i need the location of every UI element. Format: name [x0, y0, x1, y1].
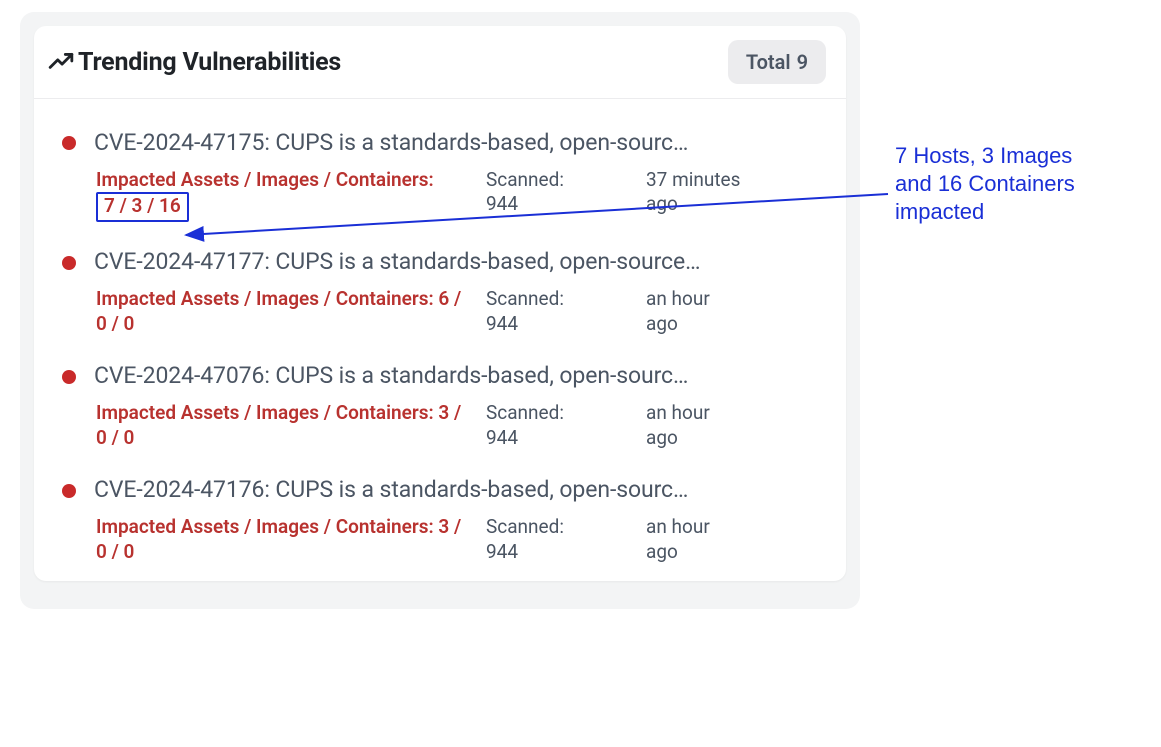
- time-line: an hour: [646, 515, 786, 540]
- time-line: ago: [646, 192, 786, 217]
- impacted-label: Impacted Assets / Images / Containers: 6…: [96, 287, 461, 310]
- impacted-counts: 0 / 0: [96, 312, 138, 337]
- impacted-assets: Impacted Assets / Images / Containers:7 …: [96, 168, 466, 222]
- vulnerability-title[interactable]: CVE-2024-47176: CUPS is a standards-base…: [94, 476, 822, 505]
- impacted-counts: 0 / 0: [96, 540, 138, 565]
- time-line: ago: [646, 540, 786, 565]
- annotation-callout: 7 Hosts, 3 Images and 16 Containers impa…: [895, 142, 1145, 226]
- scanned-label: Scanned:: [486, 515, 626, 540]
- impacted-label: Impacted Assets / Images / Containers: 3…: [96, 515, 461, 538]
- vuln-row-main: CVE-2024-47176: CUPS is a standards-base…: [58, 476, 822, 505]
- vulnerability-item[interactable]: CVE-2024-47177: CUPS is a standards-base…: [52, 230, 828, 344]
- scan-time: an hourago: [646, 515, 786, 564]
- card-header: Trending Vulnerabilities Total 9: [34, 26, 846, 99]
- scanned-value: 944: [486, 426, 626, 451]
- severity-dot-icon: [62, 370, 76, 384]
- impacted-counts: 0 / 0: [96, 426, 138, 451]
- scanned-label: Scanned:: [486, 401, 626, 426]
- impacted-label: Impacted Assets / Images / Containers:: [96, 168, 434, 191]
- impacted-label: Impacted Assets / Images / Containers: 3…: [96, 401, 461, 424]
- card-title: Trending Vulnerabilities: [78, 48, 341, 77]
- vulnerability-item[interactable]: CVE-2024-47076: CUPS is a standards-base…: [52, 344, 828, 458]
- scanned-label: Scanned:: [486, 168, 626, 193]
- time-line: an hour: [646, 401, 786, 426]
- time-line: ago: [646, 426, 786, 451]
- scanned-block: Scanned:944: [486, 401, 626, 450]
- scanned-block: Scanned:944: [486, 168, 626, 217]
- severity-dot-icon: [62, 484, 76, 498]
- vuln-row-meta: Impacted Assets / Images / Containers: 3…: [58, 515, 822, 564]
- scan-time: an hourago: [646, 401, 786, 450]
- vuln-row-meta: Impacted Assets / Images / Containers: 3…: [58, 401, 822, 450]
- severity-dot-icon: [62, 256, 76, 270]
- vulnerability-title[interactable]: CVE-2024-47175: CUPS is a standards-base…: [94, 129, 822, 158]
- vuln-row-main: CVE-2024-47175: CUPS is a standards-base…: [58, 129, 822, 158]
- impacted-assets: Impacted Assets / Images / Containers: 6…: [96, 287, 466, 336]
- scanned-value: 944: [486, 312, 626, 337]
- scanned-value: 944: [486, 192, 626, 217]
- annotation-line: impacted: [895, 198, 1145, 226]
- time-line: an hour: [646, 287, 786, 312]
- time-line: 37 minutes: [646, 168, 786, 193]
- impacted-assets: Impacted Assets / Images / Containers: 3…: [96, 515, 466, 564]
- vuln-row-meta: Impacted Assets / Images / Containers:7 …: [58, 168, 822, 222]
- scan-time: 37 minutesago: [646, 168, 786, 217]
- vulnerability-item[interactable]: CVE-2024-47176: CUPS is a standards-base…: [52, 458, 828, 572]
- scanned-value: 944: [486, 540, 626, 565]
- total-badge: Total 9: [728, 40, 826, 84]
- vuln-row-meta: Impacted Assets / Images / Containers: 6…: [58, 287, 822, 336]
- scanned-block: Scanned:944: [486, 515, 626, 564]
- annotation-line: 7 Hosts, 3 Images: [895, 142, 1145, 170]
- impacted-counts: 7 / 3 / 16: [96, 192, 189, 222]
- total-value: 9: [797, 50, 808, 74]
- trending-vulnerabilities-card: Trending Vulnerabilities Total 9 CVE-202…: [34, 26, 846, 581]
- vulnerability-list: CVE-2024-47175: CUPS is a standards-base…: [34, 99, 846, 581]
- card-outer: Trending Vulnerabilities Total 9 CVE-202…: [20, 12, 860, 609]
- vulnerability-title[interactable]: CVE-2024-47177: CUPS is a standards-base…: [94, 248, 822, 277]
- vuln-row-main: CVE-2024-47177: CUPS is a standards-base…: [58, 248, 822, 277]
- severity-dot-icon: [62, 136, 76, 150]
- time-line: ago: [646, 312, 786, 337]
- vuln-row-main: CVE-2024-47076: CUPS is a standards-base…: [58, 362, 822, 391]
- vulnerability-title[interactable]: CVE-2024-47076: CUPS is a standards-base…: [94, 362, 822, 391]
- trending-up-icon: [48, 49, 74, 75]
- scanned-block: Scanned:944: [486, 287, 626, 336]
- annotation-line: and 16 Containers: [895, 170, 1145, 198]
- page-root: Trending Vulnerabilities Total 9 CVE-202…: [0, 0, 1161, 747]
- vulnerability-item[interactable]: CVE-2024-47175: CUPS is a standards-base…: [52, 111, 828, 230]
- card-title-wrap: Trending Vulnerabilities: [48, 48, 341, 77]
- scanned-label: Scanned:: [486, 287, 626, 312]
- total-label: Total: [746, 50, 791, 74]
- scan-time: an hourago: [646, 287, 786, 336]
- impacted-assets: Impacted Assets / Images / Containers: 3…: [96, 401, 466, 450]
